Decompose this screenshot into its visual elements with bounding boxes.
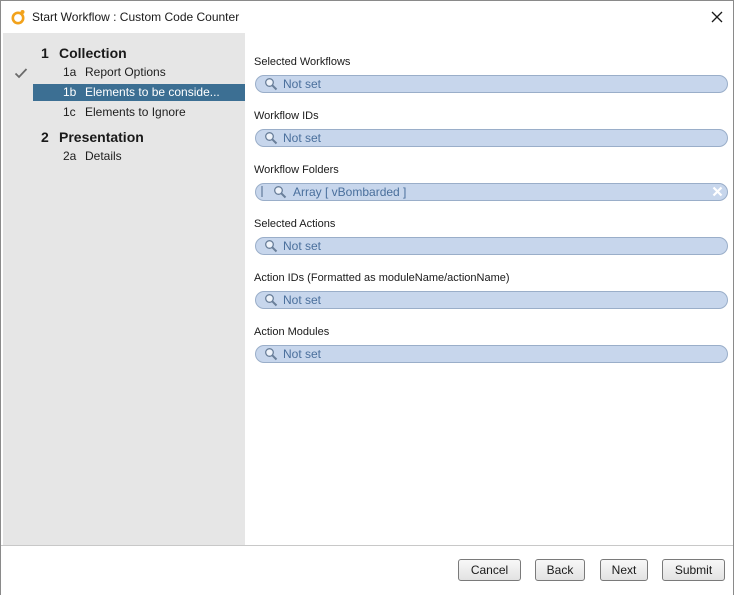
workflow-ids-chooser[interactable]: Not set: [255, 129, 728, 147]
magnifier-icon: [264, 347, 278, 361]
step-item-details[interactable]: 2a Details: [33, 148, 245, 165]
checkmark-icon: [14, 66, 28, 80]
selected-actions-chooser[interactable]: Not set: [255, 237, 728, 255]
field-label: Selected Actions: [254, 218, 336, 230]
step-item-label: Elements to Ignore: [85, 105, 186, 119]
step-item-elements-to-be-considered[interactable]: 1b Elements to be conside...: [33, 84, 245, 101]
field-value: Array [ vBombarded ]: [293, 185, 407, 199]
action-ids-chooser[interactable]: Not set: [255, 291, 728, 309]
dialog-footer: Cancel Back Next Submit: [1, 545, 733, 596]
field-label: Workflow Folders: [254, 164, 339, 176]
magnifier-icon: [264, 239, 278, 253]
clear-icon[interactable]: [711, 185, 724, 198]
selected-workflows-chooser[interactable]: Not set: [255, 75, 728, 93]
start-workflow-dialog: Start Workflow : Custom Code Counter 1 C…: [0, 0, 734, 596]
submit-button[interactable]: Submit: [662, 559, 725, 581]
field-value: Not set: [283, 293, 322, 307]
step-item-number: 1b: [63, 85, 77, 99]
steps-sidebar: 1 Collection 1a Report Options 1b Elemen…: [3, 33, 245, 545]
field-label: Action IDs (Formatted as moduleName/acti…: [254, 272, 510, 284]
magnifier-icon: [264, 131, 278, 145]
field-value: Not set: [283, 239, 322, 253]
step-group-number: 1: [41, 45, 49, 61]
step-item-number: 2a: [63, 149, 77, 163]
field-label: Action Modules: [254, 326, 330, 338]
step-group-collection[interactable]: 1 Collection: [3, 41, 245, 63]
array-marker-icon: [261, 186, 263, 197]
workflow-folders-chooser[interactable]: Array [ vBombarded ]: [255, 183, 728, 201]
field-value: Not set: [283, 77, 322, 91]
step-item-number: 1c: [63, 105, 76, 119]
magnifier-icon: [264, 77, 278, 91]
step-group-number: 2: [41, 129, 49, 145]
window-title: Start Workflow : Custom Code Counter: [32, 10, 240, 24]
step-group-label: Collection: [59, 45, 127, 61]
step-content-panel: Selected Workflows Not set Workflow IDs …: [245, 33, 733, 545]
step-group-label: Presentation: [59, 129, 144, 145]
step-group-presentation[interactable]: 2 Presentation: [3, 125, 245, 147]
step-item-label: Report Options: [85, 65, 166, 79]
field-value: Not set: [283, 131, 322, 145]
close-icon[interactable]: [707, 7, 727, 27]
back-button[interactable]: Back: [535, 559, 585, 581]
next-button[interactable]: Next: [600, 559, 648, 581]
cancel-button[interactable]: Cancel: [458, 559, 521, 581]
orchestrator-app-icon: [10, 9, 26, 25]
step-item-label: Elements to be conside...: [85, 85, 220, 99]
step-item-report-options[interactable]: 1a Report Options: [33, 64, 245, 81]
field-label: Selected Workflows: [254, 56, 351, 68]
magnifier-icon: [264, 293, 278, 307]
step-item-label: Details: [85, 149, 122, 163]
magnifier-icon: [273, 185, 287, 199]
title-bar: Start Workflow : Custom Code Counter: [1, 1, 733, 33]
step-item-elements-to-ignore[interactable]: 1c Elements to Ignore: [33, 104, 245, 121]
step-item-number: 1a: [63, 65, 77, 79]
field-value: Not set: [283, 347, 322, 361]
field-label: Workflow IDs: [254, 110, 319, 122]
action-modules-chooser[interactable]: Not set: [255, 345, 728, 363]
